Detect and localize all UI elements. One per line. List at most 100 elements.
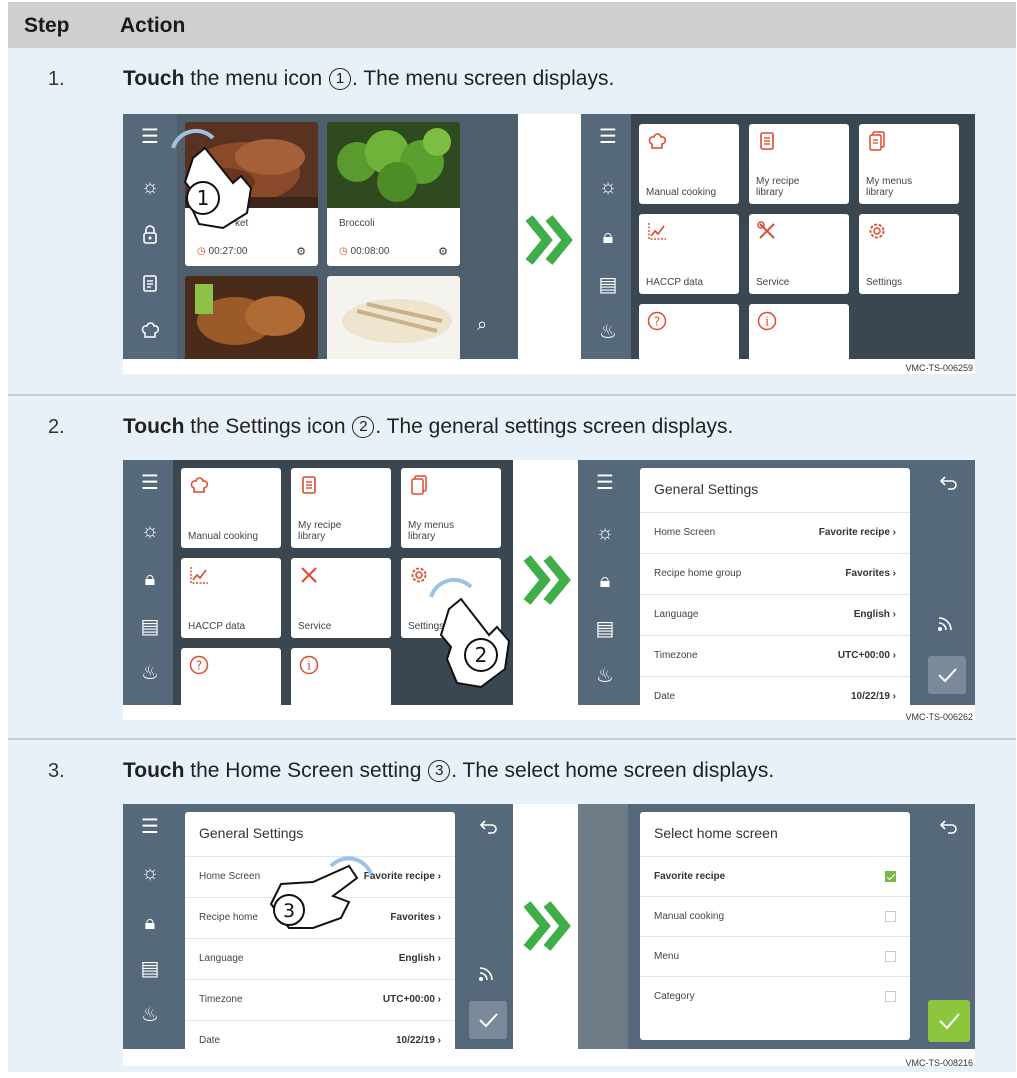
option-manual-cooking[interactable]: Manual cooking	[640, 896, 910, 936]
tile-haccp-data[interactable]: HACCP data	[639, 214, 739, 294]
panel-title: General Settings	[654, 481, 759, 497]
step-number: 3.	[48, 760, 65, 782]
right-rail	[919, 460, 975, 705]
confirm-button[interactable]	[469, 1001, 507, 1039]
notes-icon[interactable]	[137, 272, 163, 298]
recipe-card[interactable]	[327, 276, 460, 359]
lock-icon[interactable]: 🔒︎	[592, 568, 618, 594]
tile-haccp-data[interactable]: HACCP data	[181, 558, 281, 638]
callout-marker: 1	[329, 68, 352, 90]
side-rail: ☰ ☼ 🔒︎ ▤ ♨	[123, 460, 173, 705]
side-rail	[578, 804, 628, 1049]
panel-title: General Settings	[199, 825, 304, 841]
hand-pointer-icon: 3	[269, 856, 373, 929]
menu-icon[interactable]: ☰	[137, 814, 163, 840]
recipe-card[interactable]: Broccoli ◷ 00:08:00 ⚙	[327, 122, 460, 266]
setting-row-timezone[interactable]: Timezone UTC+00:00 ›	[640, 635, 910, 676]
tile-info[interactable]: i	[291, 648, 391, 705]
right-rail	[463, 804, 513, 1049]
header-step: Step	[24, 14, 70, 37]
side-rail: ☰ ☼ 🔒︎ ▤ ♨	[581, 114, 631, 359]
back-icon[interactable]	[939, 472, 959, 492]
back-icon[interactable]	[479, 816, 499, 836]
step-figure: ☰ ☼ 🔒︎ ▤ ♨ Manual cooking My recipe libr…	[123, 460, 975, 722]
notes-icon[interactable]: ▤	[595, 272, 621, 298]
lock-icon[interactable]: 🔒︎	[595, 224, 621, 250]
option-favorite-recipe[interactable]: Favorite recipe	[640, 856, 910, 896]
checkbox[interactable]	[885, 911, 896, 922]
tile-help[interactable]: ?	[181, 648, 281, 705]
option-category[interactable]: Category	[640, 976, 910, 1016]
svg-text:2: 2	[475, 643, 488, 667]
general-settings-screen: ☰ ☼ 🔒︎ ▤ ♨ General Settings Home Screen …	[123, 804, 513, 1049]
setting-row-timezone[interactable]: Timezone UTC+00:00 ›	[185, 979, 455, 1020]
confirm-button[interactable]	[928, 1000, 970, 1042]
lock-icon[interactable]: 🔒︎	[137, 910, 163, 936]
setting-row-date[interactable]: Date 10/22/19 ›	[640, 676, 910, 705]
brightness-icon[interactable]: ☼	[592, 520, 618, 546]
tile-manual-cooking[interactable]: Manual cooking	[181, 468, 281, 548]
checkbox[interactable]	[885, 991, 896, 1002]
chef-hat-icon[interactable]: ♨	[137, 1002, 163, 1028]
menus-book-icon	[869, 131, 885, 151]
settings-area: General Settings Home Screen Favorite re…	[628, 460, 919, 705]
menu-icon[interactable]: ☰	[595, 124, 621, 150]
confirm-button[interactable]	[928, 656, 966, 694]
option-menu[interactable]: Menu	[640, 936, 910, 976]
menu-icon[interactable]: ☰	[137, 124, 163, 150]
menu-icon[interactable]: ☰	[137, 470, 163, 496]
tile-settings[interactable]: Settings	[859, 214, 959, 294]
notes-icon[interactable]: ▤	[137, 956, 163, 982]
panel-title: Select home screen	[654, 825, 778, 841]
setting-row-recipe-home-group[interactable]: Recipe home group Favorites ›	[640, 553, 910, 594]
lock-icon[interactable]	[137, 224, 163, 250]
clock-icon: ◷	[339, 246, 348, 257]
menu-icon[interactable]: ☰	[592, 470, 618, 496]
chef-hat-icon[interactable]: ♨	[595, 319, 621, 345]
chef-hat-icon[interactable]: ♨	[137, 660, 163, 686]
select-home-panel: Select home screen Favorite recipe Manua…	[640, 812, 910, 1040]
clock-icon: ◷	[197, 246, 206, 257]
checkbox-checked[interactable]	[885, 871, 896, 882]
tile-service[interactable]: Service	[749, 214, 849, 294]
tile-my-menus-library[interactable]: My menus library	[859, 124, 959, 204]
chef-hat-icon[interactable]: ♨	[592, 663, 618, 689]
recipe-card[interactable]	[185, 276, 318, 359]
setting-row-home-screen[interactable]: Home Screen Favorite recipe ›	[640, 512, 910, 553]
chart-icon	[190, 567, 208, 584]
notes-icon[interactable]: ▤	[137, 614, 163, 640]
wifi-icon	[476, 962, 498, 989]
lock-icon[interactable]: 🔒︎	[137, 566, 163, 592]
menu-screen: ☰ ☼ 🔒︎ ▤ ♨ Manual cooking My recipe libr…	[123, 460, 513, 705]
figure-code: VMC-TS-006259	[905, 363, 973, 373]
tile-info[interactable]: i	[749, 304, 849, 359]
figure-code: VMC-TS-008216	[905, 1058, 973, 1068]
setting-row-language[interactable]: Language English ›	[185, 938, 455, 979]
brightness-icon[interactable]: ☼	[137, 860, 163, 886]
brightness-icon[interactable]: ☼	[595, 174, 621, 200]
gear-icon[interactable]: ⚙	[438, 245, 448, 258]
tile-my-recipe-library[interactable]: My recipe library	[749, 124, 849, 204]
chef-hat-icon[interactable]	[137, 319, 163, 345]
tile-service[interactable]: Service	[291, 558, 391, 638]
setting-row-date[interactable]: Date 10/22/19 ›	[185, 1020, 455, 1049]
tile-my-recipe-library[interactable]: My recipe library	[291, 468, 391, 548]
tile-help[interactable]: ?	[639, 304, 739, 359]
gear-icon[interactable]: ⚙	[296, 245, 306, 258]
checkbox[interactable]	[885, 951, 896, 962]
next-arrow-icon	[523, 555, 571, 605]
select-home-screen: Select home screen Favorite recipe Manua…	[578, 804, 975, 1049]
search-icon[interactable]: ⌕	[477, 314, 487, 335]
tile-manual-cooking[interactable]: Manual cooking	[639, 124, 739, 204]
setting-row-language[interactable]: Language English ›	[640, 594, 910, 635]
step-row-3: 3. Touch the Home Screen setting 3. The …	[8, 740, 1016, 1072]
back-icon[interactable]	[939, 816, 959, 836]
next-arrow-icon	[525, 215, 573, 265]
hand-pointer-icon: 2	[429, 577, 511, 689]
notes-icon[interactable]: ▤	[592, 616, 618, 642]
step-row-1: 1. Touch the menu icon 1. The menu scree…	[8, 48, 1016, 394]
tile-my-menus-library[interactable]: My menus library	[401, 468, 501, 548]
brightness-icon[interactable]: ☼	[137, 174, 163, 200]
brightness-icon[interactable]: ☼	[137, 518, 163, 544]
chef-hat-icon	[648, 133, 667, 149]
